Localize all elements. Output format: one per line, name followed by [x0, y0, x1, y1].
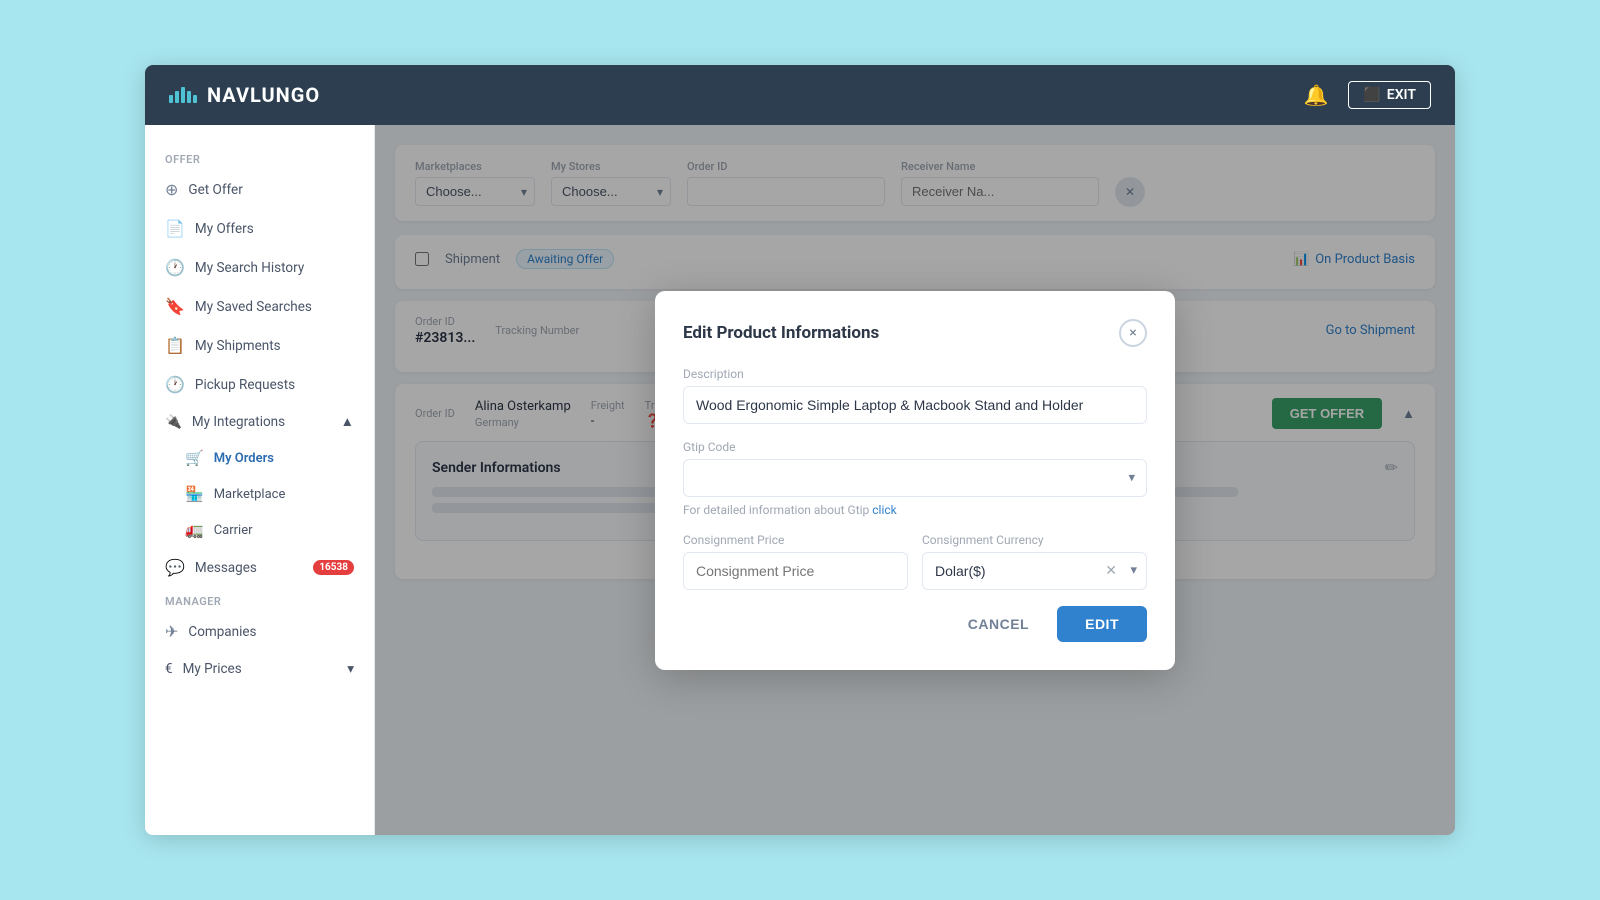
sidebar-item-label: My Integrations: [192, 414, 285, 430]
cancel-button[interactable]: CANCEL: [952, 608, 1045, 640]
header: NAVLUNGO 🔔 ⬛ EXIT: [145, 65, 1455, 125]
edit-submit-button[interactable]: EDIT: [1057, 606, 1147, 642]
sidebar-item-label: Marketplace: [214, 487, 286, 502]
bookmark-icon: 🔖: [165, 297, 185, 316]
consignment-price-input[interactable]: [683, 552, 908, 590]
sidebar-integrations-group[interactable]: 🔌 My Integrations ▲: [145, 404, 374, 440]
sidebar-item-companies[interactable]: ✈ Companies: [145, 612, 374, 651]
sidebar-item-label: My Shipments: [195, 338, 281, 354]
plus-icon: ⊕: [165, 180, 178, 199]
sidebar-my-prices-group[interactable]: € My Prices ▾: [145, 651, 374, 687]
gtip-code-field: Gtip Code: [683, 440, 1147, 497]
doc-icon: 📄: [165, 219, 185, 238]
exit-button[interactable]: ⬛ EXIT: [1348, 81, 1431, 109]
consignment-currency-label: Consignment Currency: [922, 533, 1147, 547]
messages-badge: 16538: [313, 560, 354, 575]
modal-title: Edit Product Informations: [683, 323, 879, 343]
sidebar-item-label: Companies: [188, 624, 256, 640]
modal-header: Edit Product Informations ×: [683, 319, 1147, 347]
description-label: Description: [683, 367, 1147, 381]
carrier-icon: 🚛: [185, 521, 204, 539]
sidebar-item-pickup-requests[interactable]: 🕐 Pickup Requests: [145, 365, 374, 404]
manager-section-label: Manager: [145, 587, 374, 612]
chevron-down-icon: ▾: [347, 661, 354, 677]
sidebar-item-my-orders[interactable]: 🛒 My Orders: [145, 440, 374, 476]
sidebar-item-my-shipments[interactable]: 📋 My Shipments: [145, 326, 374, 365]
sidebar-item-label: My Offers: [195, 221, 254, 237]
consignment-row: Consignment Price Consignment Currency D…: [683, 533, 1147, 590]
sidebar-item-label: Carrier: [214, 523, 253, 538]
gtip-code-label: Gtip Code: [683, 440, 1147, 454]
prices-icon: €: [165, 661, 173, 677]
sidebar-item-carrier[interactable]: 🚛 Carrier: [145, 512, 374, 548]
description-input[interactable]: [683, 386, 1147, 424]
sidebar-item-messages[interactable]: 💬 Messages 16538: [145, 548, 374, 587]
history-icon: 🕐: [165, 258, 185, 277]
sidebar-item-label: Pickup Requests: [195, 377, 295, 393]
sidebar-item-label: My Orders: [214, 451, 274, 466]
sidebar-item-label: Messages: [195, 560, 257, 576]
sidebar-item-label: My Saved Searches: [195, 299, 312, 315]
integrations-icon: 🔌: [165, 414, 182, 430]
gtip-hint: For detailed information about Gtip clic…: [683, 503, 1147, 517]
messages-icon: 💬: [165, 558, 185, 577]
shipments-icon: 📋: [165, 336, 185, 355]
sidebar: Offer ⊕ Get Offer 📄 My Offers 🕐 My Searc…: [145, 125, 375, 835]
consignment-price-label: Consignment Price: [683, 533, 908, 547]
chevron-up-icon: ▲: [341, 414, 354, 430]
gtip-code-select[interactable]: [683, 459, 1147, 497]
logo-text: NAVLUNGO: [207, 83, 320, 107]
description-field: Description: [683, 367, 1147, 424]
bell-icon[interactable]: 🔔: [1303, 83, 1328, 107]
sidebar-item-label: My Prices: [183, 661, 242, 677]
currency-clear-icon[interactable]: ✕: [1105, 563, 1117, 579]
consignment-currency-field: Consignment Currency Dolar($) Euro(€) TR…: [922, 533, 1147, 590]
sidebar-item-marketplace[interactable]: 🏪 Marketplace: [145, 476, 374, 512]
sidebar-item-get-offer[interactable]: ⊕ Get Offer: [145, 170, 374, 209]
sidebar-item-label: Get Offer: [188, 182, 242, 198]
gtip-hint-link[interactable]: click: [872, 503, 896, 517]
modal-close-button[interactable]: ×: [1119, 319, 1147, 347]
modal-overlay: Edit Product Informations × Description …: [375, 125, 1455, 835]
header-right: 🔔 ⬛ EXIT: [1303, 81, 1431, 109]
offer-section-label: Offer: [145, 145, 374, 170]
app-window: NAVLUNGO 🔔 ⬛ EXIT Offer ⊕ Get Offer 📄 My…: [145, 65, 1455, 835]
main-layout: Offer ⊕ Get Offer 📄 My Offers 🕐 My Searc…: [145, 125, 1455, 835]
exit-icon: ⬛: [1363, 87, 1380, 103]
edit-product-modal: Edit Product Informations × Description …: [655, 291, 1175, 670]
sidebar-item-my-search-history[interactable]: 🕐 My Search History: [145, 248, 374, 287]
modal-actions: CANCEL EDIT: [683, 606, 1147, 642]
marketplace-icon: 🏪: [185, 485, 204, 503]
content-area: Marketplaces Choose... My Stores Choose.…: [375, 125, 1455, 835]
sidebar-item-my-offers[interactable]: 📄 My Offers: [145, 209, 374, 248]
logo-icon: [169, 87, 197, 103]
sidebar-item-label: My Search History: [195, 260, 304, 276]
sidebar-item-my-saved-searches[interactable]: 🔖 My Saved Searches: [145, 287, 374, 326]
pickup-icon: 🕐: [165, 375, 185, 394]
logo-area: NAVLUNGO: [169, 83, 320, 107]
companies-icon: ✈: [165, 622, 178, 641]
consignment-price-field: Consignment Price: [683, 533, 908, 590]
cart-icon: 🛒: [185, 449, 204, 467]
